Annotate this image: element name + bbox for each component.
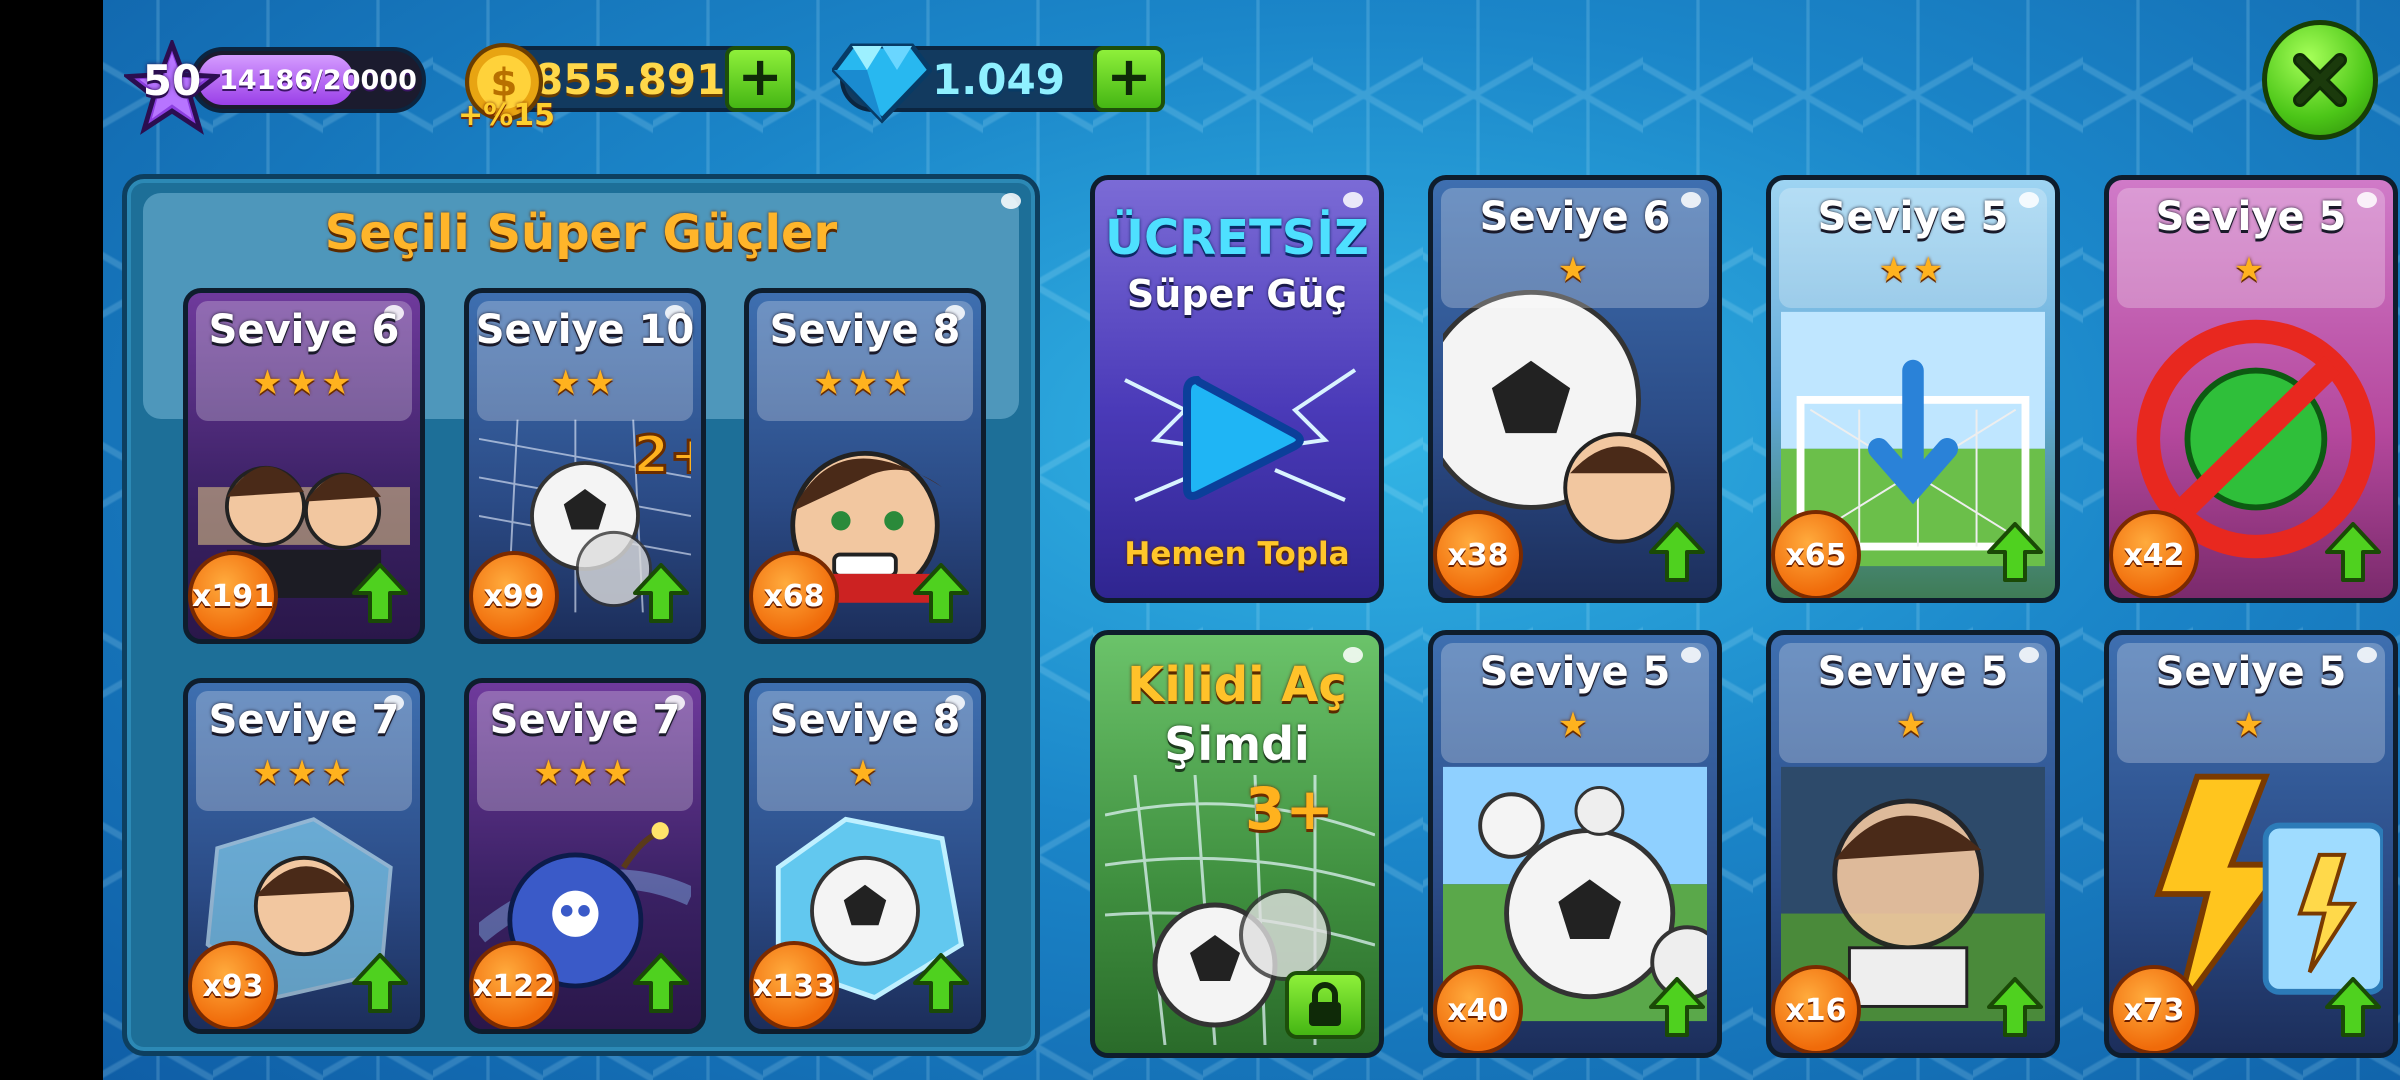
- star-rating: ★★★: [533, 753, 637, 793]
- card-level: Seviye 5: [1479, 649, 1671, 695]
- card-level: Seviye 5: [2155, 194, 2347, 240]
- upgrade-arrow-icon[interactable]: [352, 563, 408, 625]
- upgrade-arrow-icon[interactable]: [1987, 522, 2043, 584]
- upgrade-arrow-icon[interactable]: [352, 953, 408, 1015]
- unlock-card-subtitle: Şimdi: [1164, 717, 1310, 771]
- star-rating: ★: [1557, 250, 1593, 290]
- upgrade-arrow-icon[interactable]: [913, 953, 969, 1015]
- upgrade-arrow-icon[interactable]: [1649, 522, 1705, 584]
- card-count: x65: [1771, 510, 1861, 598]
- card-level: Seviye 6: [208, 307, 400, 353]
- star-rating: ★: [1895, 705, 1931, 745]
- upgrade-arrow-icon[interactable]: [913, 563, 969, 625]
- star-rating: ★★: [1878, 250, 1948, 290]
- unlock-card-title: Kilidi Aç: [1127, 657, 1347, 713]
- free-card-subtitle: Süper Güç: [1126, 272, 1348, 316]
- star-rating: ★★★: [252, 363, 356, 403]
- free-power-card[interactable]: ÜCRETSİZ Süper Güç Hemen Topla: [1090, 175, 1384, 603]
- panel-gloss: [1001, 193, 1021, 209]
- star-rating: ★★★: [813, 363, 917, 403]
- upgrade-arrow-icon[interactable]: [633, 953, 689, 1015]
- lock-icon: [1309, 982, 1341, 1026]
- card-level: Seviye 5: [2155, 649, 2347, 695]
- star-rating: ★: [1557, 705, 1593, 745]
- power-card[interactable]: Seviye 7 ★★★ x122: [464, 678, 706, 1034]
- card-count: x93: [188, 941, 278, 1029]
- star-rating: ★: [847, 753, 883, 793]
- card-count: x133: [749, 941, 839, 1029]
- card-count: x40: [1433, 965, 1523, 1053]
- power-card[interactable]: 2+ Seviye 10 ★★ x99: [464, 288, 706, 644]
- free-card-footer: Hemen Topla: [1124, 536, 1350, 572]
- card-count: x16: [1771, 965, 1861, 1053]
- star-rating: ★★: [550, 363, 620, 403]
- buy-gems-button[interactable]: +: [1093, 46, 1165, 112]
- upgrade-arrow-icon[interactable]: [633, 563, 689, 625]
- card-level: Seviye 8: [769, 697, 961, 743]
- unlock-button[interactable]: [1285, 971, 1365, 1039]
- close-button[interactable]: [2262, 20, 2378, 140]
- power-card[interactable]: Seviye 7 ★★★ x93: [183, 678, 425, 1034]
- star-rating: ★: [2233, 250, 2269, 290]
- card-level: Seviye 10: [475, 307, 695, 353]
- upgrade-arrow-icon[interactable]: [2325, 977, 2381, 1039]
- card-count: x99: [469, 551, 559, 639]
- power-card[interactable]: Seviye 8 ★ x133: [744, 678, 986, 1034]
- card-count: x42: [2109, 510, 2199, 598]
- power-card[interactable]: Seviye 5 ★ x40: [1428, 630, 1722, 1058]
- power-card[interactable]: Seviye 5 ★ x42: [2104, 175, 2398, 603]
- upgrade-arrow-icon[interactable]: [1649, 977, 1705, 1039]
- card-level: Seviye 7: [208, 697, 400, 743]
- gem-icon: [832, 43, 932, 124]
- panel-title: Seçili Süper Güçler: [324, 205, 838, 261]
- star-rating: ★: [2233, 705, 2269, 745]
- card-gloss: [1343, 192, 1363, 208]
- close-icon: [2293, 53, 2347, 107]
- power-card[interactable]: Seviye 5 ★ x73: [2104, 630, 2398, 1058]
- card-level: Seviye 6: [1479, 194, 1671, 240]
- svg-text:2+: 2+: [633, 426, 691, 486]
- card-level: Seviye 5: [1817, 649, 2009, 695]
- card-level: Seviye 5: [1817, 194, 2009, 240]
- card-count: x122: [469, 941, 559, 1029]
- free-card-title: ÜCRETSİZ: [1105, 210, 1369, 266]
- buy-coins-button[interactable]: +: [725, 46, 795, 112]
- unlock-card[interactable]: Kilidi Aç Şimdi 3+: [1090, 630, 1384, 1058]
- coin-bonus: +%15: [458, 98, 555, 133]
- play-icon: [1183, 375, 1304, 500]
- card-level: Seviye 8: [769, 307, 961, 353]
- card-count: x38: [1433, 510, 1523, 598]
- upgrade-arrow-icon[interactable]: [2325, 522, 2381, 584]
- card-count: x191: [188, 551, 278, 639]
- triple-badge: 3+: [1245, 775, 1334, 843]
- card-count: x73: [2109, 965, 2199, 1053]
- power-card[interactable]: Seviye 6 ★★★ x191: [183, 288, 425, 644]
- card-level: Seviye 7: [489, 697, 681, 743]
- card-count: x68: [749, 551, 839, 639]
- power-card[interactable]: Seviye 5 ★ x16: [1766, 630, 2060, 1058]
- star-rating: ★★★: [252, 753, 356, 793]
- upgrade-arrow-icon[interactable]: [1987, 977, 2043, 1039]
- power-card[interactable]: Seviye 6 ★ x38: [1428, 175, 1722, 603]
- xp-text: 14186/20000: [219, 64, 417, 96]
- xp-bar: 14186/20000: [190, 47, 426, 113]
- power-card[interactable]: Seviye 5 ★★ x65: [1766, 175, 2060, 603]
- power-card[interactable]: Seviye 8 ★★★ x68: [744, 288, 986, 644]
- player-level: 50: [142, 56, 202, 105]
